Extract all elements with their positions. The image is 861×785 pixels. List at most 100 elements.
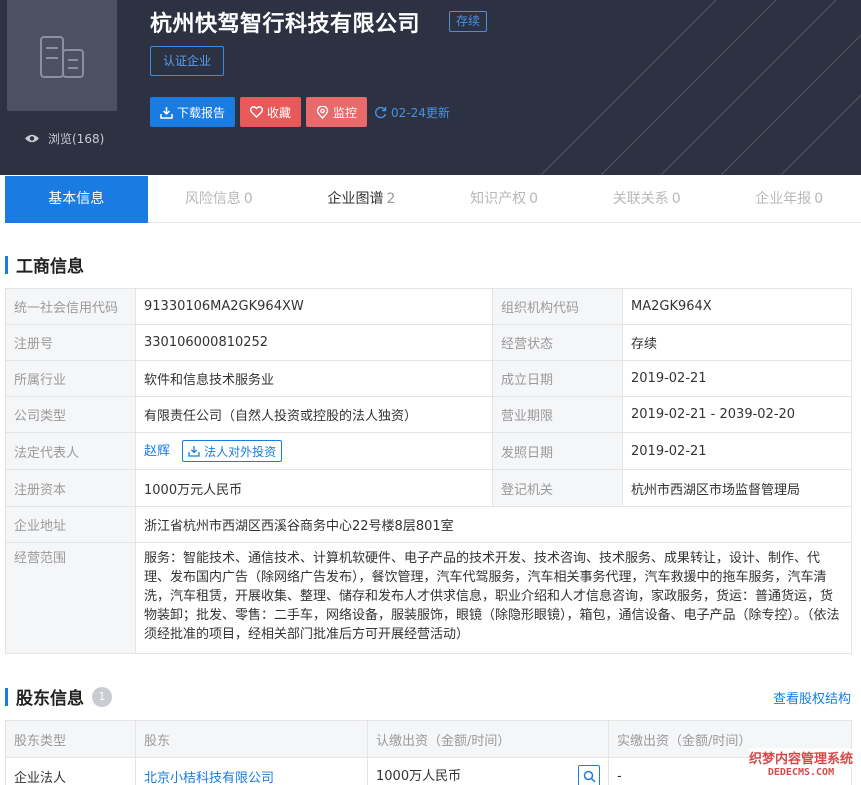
info-tabs: 基本信息 风险信息 0 企业图谱 2 知识产权 0 关联关系 0 企业年报 0 (5, 176, 861, 223)
org-code-value: MA2GK964X (622, 288, 852, 325)
search-icon (583, 770, 596, 783)
reg-no-value: 330106000810252 (135, 324, 493, 361)
tab-basic-info[interactable]: 基本信息 (5, 176, 148, 223)
tab-relations[interactable]: 关联关系 0 (575, 176, 718, 223)
building-icon (40, 36, 84, 78)
business-info-title: 工商信息 (5, 252, 84, 277)
capital-label: 注册资本 (5, 469, 136, 507)
title-accent-bar (5, 687, 8, 706)
authority-label: 登记机关 (492, 469, 623, 507)
tab-count: 2 (386, 191, 396, 207)
table-row: 所属行业 软件和信息技术服务业 成立日期 2019-02-21 (5, 360, 852, 397)
tab-label: 企业图谱 (327, 191, 384, 207)
company-header: 浏览(168) 杭州快驾智行科技有限公司 存续 认证企业 下载报告 收藏 监控 (0, 0, 861, 175)
tab-count: 0 (529, 191, 539, 207)
location-pin-icon (316, 105, 329, 119)
status-label: 经营状态 (492, 324, 623, 361)
license-date-label: 发照日期 (492, 432, 623, 470)
tab-annual-report[interactable]: 企业年报 0 (718, 176, 861, 223)
monitor-button[interactable]: 监控 (306, 97, 368, 127)
tab-label: 关联关系 (612, 191, 669, 207)
tab-risk-info[interactable]: 风险信息 0 (148, 176, 291, 223)
table-row: 法定代表人 赵辉 法人对外投资 发照日期 2019-02-21 (5, 432, 852, 470)
monitor-label: 监控 (333, 105, 358, 120)
table-row: 注册号 330106000810252 经营状态 存续 (5, 324, 852, 361)
founded-label: 成立日期 (492, 360, 623, 397)
table-row: 注册资本 1000万元人民币 登记机关 杭州市西湖区市场监督管理局 (5, 469, 852, 507)
table-row: 统一社会信用代码 91330106MA2GK964XW 组织机构代码 MA2GK… (5, 288, 852, 325)
legal-rep-cell: 赵辉 法人对外投资 (135, 432, 493, 470)
action-bar: 下载报告 收藏 监控 02-24更新 (150, 97, 450, 127)
company-type-value: 有限责任公司（自然人投资或控股的法人独资） (135, 396, 493, 433)
scope-label: 经营范围 (5, 542, 136, 654)
company-logo (7, 0, 117, 111)
org-code-label: 组织机构代码 (492, 288, 623, 325)
tab-label: 知识产权 (470, 191, 527, 207)
company-name: 杭州快驾智行科技有限公司 (150, 12, 421, 37)
company-type-label: 公司类型 (5, 396, 136, 433)
view-equity-structure-link[interactable]: 查看股权结构 (773, 688, 851, 707)
shareholder-name-link[interactable]: 北京小桔科技有限公司 (144, 771, 274, 785)
business-info-table: 统一社会信用代码 91330106MA2GK964XW 组织机构代码 MA2GK… (5, 288, 852, 654)
tab-label: 基本信息 (48, 191, 105, 207)
shareholder-count-badge: 1 (92, 686, 112, 707)
refresh-icon (375, 106, 387, 118)
heart-icon (250, 106, 264, 118)
authority-value: 杭州市西湖区市场监督管理局 (622, 469, 852, 507)
header-shareholder: 股东 (135, 720, 368, 758)
reg-no-label: 注册号 (5, 324, 136, 361)
license-date-value: 2019-02-21 (622, 432, 852, 470)
credit-code-value: 91330106MA2GK964XW (135, 288, 493, 325)
shareholder-type-cell: 企业法人 (5, 757, 136, 785)
legal-investment-button[interactable]: 法人对外投资 (182, 440, 283, 463)
shareholder-info-title: 股东信息 1 (5, 684, 112, 709)
header-shareholder-type: 股东类型 (5, 720, 136, 758)
credit-code-label: 统一社会信用代码 (5, 288, 136, 325)
update-label: 02-24更新 (391, 105, 450, 120)
business-info-heading: 工商信息 (16, 257, 84, 277)
watermark-line1: 织梦内容管理系统 (748, 748, 853, 767)
detail-search-button[interactable] (578, 765, 600, 785)
eye-icon (25, 134, 39, 143)
term-label: 营业期限 (492, 396, 623, 433)
favorite-button[interactable]: 收藏 (240, 97, 302, 127)
favorite-label: 收藏 (267, 105, 292, 120)
capital-value: 1000万元人民币 (135, 469, 493, 507)
industry-label: 所属行业 (5, 360, 136, 397)
tab-count: 0 (814, 191, 824, 207)
legal-rep-link[interactable]: 赵辉 (144, 444, 170, 459)
scope-value: 服务：智能技术、通信技术、计算机软硬件、电子产品的技术开发、技术咨询、技术服务、… (135, 542, 852, 654)
refresh-update[interactable]: 02-24更新 (374, 104, 450, 121)
watermark-line2: DEDECMS.COM (767, 767, 835, 778)
legal-rep-label: 法定代表人 (5, 432, 136, 470)
table-row: 企业地址 浙江省杭州市西湖区西溪谷商务中心22号楼8层801室 (5, 506, 852, 543)
download-report-button[interactable]: 下载报告 (150, 97, 236, 127)
site-watermark: 织梦内容管理系统 DEDECMS.COM (748, 748, 853, 778)
download-report-label: 下载报告 (177, 105, 226, 120)
tab-label: 企业年报 (755, 191, 812, 207)
certified-enterprise-button[interactable]: 认证企业 (150, 46, 224, 76)
header-decoration (540, 0, 861, 175)
founded-value: 2019-02-21 (622, 360, 852, 397)
tab-intellectual-property[interactable]: 知识产权 0 (433, 176, 576, 223)
status-value: 存续 (622, 324, 852, 361)
tab-enterprise-graph[interactable]: 企业图谱 2 (290, 176, 433, 223)
industry-value: 软件和信息技术服务业 (135, 360, 493, 397)
shareholder-info-heading: 股东信息 (16, 689, 84, 709)
shareholder-table: 股东类型 股东 认缴出资（金额/时间） 实缴出资（金额/时间） 企业法人 北京小… (5, 720, 852, 785)
table-row: 经营范围 服务：智能技术、通信技术、计算机软硬件、电子产品的技术开发、技术咨询、… (5, 542, 852, 654)
view-count-label: 浏览(168) (48, 132, 105, 146)
tab-label: 风险信息 (184, 191, 241, 207)
table-header-row: 股东类型 股东 认缴出资（金额/时间） 实缴出资（金额/时间） (5, 720, 852, 758)
tab-count: 0 (243, 191, 253, 207)
download-icon (160, 106, 173, 119)
status-tag: 存续 (449, 11, 488, 32)
table-row: 企业法人 北京小桔科技有限公司 1000万人民币 - (5, 757, 852, 785)
address-label: 企业地址 (5, 506, 136, 543)
subscribed-cell: 1000万人民币 (367, 757, 609, 785)
title-accent-bar (5, 255, 8, 274)
term-value: 2019-02-21 - 2039-02-20 (622, 396, 852, 433)
table-row: 公司类型 有限责任公司（自然人投资或控股的法人独资） 营业期限 2019-02-… (5, 396, 852, 433)
header-subscribed: 认缴出资（金额/时间） (367, 720, 609, 758)
address-value: 浙江省杭州市西湖区西溪谷商务中心22号楼8层801室 (135, 506, 852, 543)
